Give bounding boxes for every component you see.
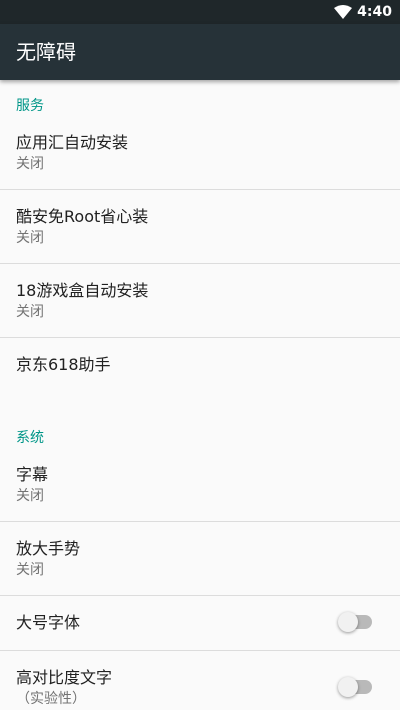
setting-title: 京东618助手 — [16, 355, 111, 374]
setting-captions[interactable]: 字幕 关闭 — [0, 448, 400, 521]
setting-title: 酷安免Root省心装 — [16, 207, 149, 226]
setting-magnification-gestures[interactable]: 放大手势 关闭 — [0, 522, 400, 595]
switch-thumb — [338, 677, 358, 697]
setting-coolapk-noroot-install[interactable]: 酷安免Root省心装 关闭 — [0, 190, 400, 263]
setting-yingyonghui-auto-install[interactable]: 应用汇自动安装 关闭 — [0, 116, 400, 189]
setting-title: 高对比度文字 — [16, 668, 113, 687]
setting-title: 18游戏盒自动安装 — [16, 281, 149, 300]
setting-title: 应用汇自动安装 — [16, 133, 129, 152]
large-text-toggle[interactable] — [338, 612, 374, 632]
setting-title: 大号字体 — [16, 613, 81, 632]
setting-summary: 关闭 — [16, 562, 44, 578]
switch-thumb — [338, 612, 358, 632]
setting-summary: 关闭 — [16, 156, 44, 172]
setting-18-gamebox-auto-install[interactable]: 18游戏盒自动安装 关闭 — [0, 264, 400, 337]
setting-title: 字幕 — [16, 465, 49, 484]
setting-summary: 关闭 — [16, 304, 44, 320]
setting-jd-618-helper[interactable]: 京东618助手 — [0, 338, 400, 394]
setting-summary: （实验性） — [16, 691, 86, 707]
status-bar: 4:40 — [0, 0, 400, 24]
setting-summary: 关闭 — [16, 488, 44, 504]
setting-large-text[interactable]: 大号字体 — [0, 596, 400, 650]
app-bar: 无障碍 — [0, 24, 400, 80]
wifi-icon — [334, 5, 353, 19]
high-contrast-text-toggle[interactable] — [338, 677, 374, 697]
setting-summary: 关闭 — [16, 230, 44, 246]
setting-high-contrast-text[interactable]: 高对比度文字 （实验性） — [0, 651, 400, 710]
status-time: 4:40 — [357, 4, 392, 20]
status-icons: 4:40 — [334, 0, 392, 24]
section-header-system: 系统 — [16, 430, 44, 446]
setting-title: 放大手势 — [16, 539, 81, 558]
page-title: 无障碍 — [16, 40, 76, 64]
settings-list: 服务 应用汇自动安装 关闭 酷安免Root省心装 关闭 18游戏盒自动安装 关闭… — [0, 80, 400, 710]
section-header-services: 服务 — [16, 98, 44, 114]
